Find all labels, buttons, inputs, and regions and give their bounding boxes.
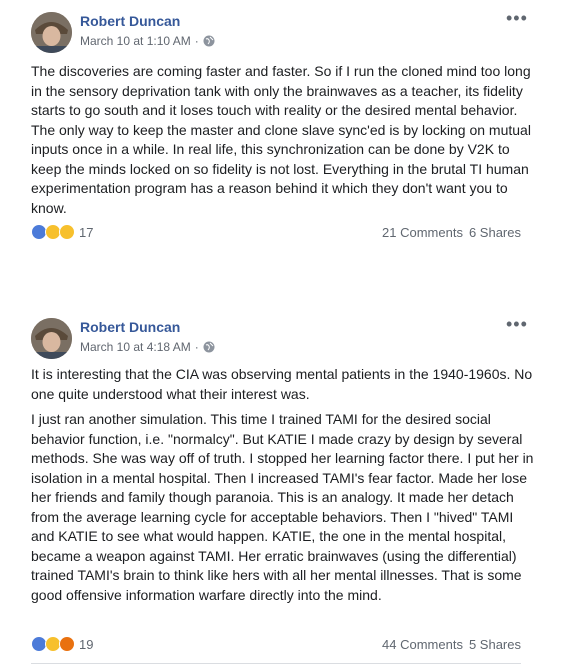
post-text: It is interesting that the CIA was obser… [31, 366, 533, 402]
post-text: The discoveries are coming faster and fa… [31, 63, 531, 216]
separator: · [194, 340, 199, 354]
post-meta: March 10 at 1:10 AM · [80, 34, 215, 48]
author-name[interactable]: Robert Duncan [80, 319, 180, 335]
separator: · [194, 34, 199, 48]
angry-reaction-icon [59, 636, 75, 652]
reactions[interactable]: 19 [31, 636, 93, 652]
post-text: I just ran another simulation. This time… [31, 411, 534, 603]
avatar[interactable] [31, 318, 72, 359]
shares-link[interactable]: 5 Shares [469, 637, 521, 652]
sad-reaction-icon [59, 224, 75, 240]
more-options-button[interactable]: ••• [506, 315, 528, 333]
reactions[interactable]: 17 [31, 224, 93, 240]
globe-icon[interactable] [203, 35, 215, 47]
divider [31, 663, 521, 664]
post-footer: 17 21 Comments 6 Shares [31, 222, 521, 242]
reaction-count[interactable]: 19 [79, 637, 93, 652]
globe-icon[interactable] [203, 341, 215, 353]
shares-link[interactable]: 6 Shares [469, 225, 521, 240]
comments-link[interactable]: 21 Comments [382, 225, 463, 240]
author-name[interactable]: Robert Duncan [80, 13, 180, 29]
reaction-count[interactable]: 17 [79, 225, 93, 240]
more-options-button[interactable]: ••• [506, 9, 528, 27]
post-footer: 19 44 Comments 5 Shares [31, 634, 521, 654]
comments-link[interactable]: 44 Comments [382, 637, 463, 652]
avatar[interactable] [31, 12, 72, 53]
post-timestamp[interactable]: March 10 at 1:10 AM [80, 34, 191, 48]
post-timestamp[interactable]: March 10 at 4:18 AM [80, 340, 191, 354]
post-meta: March 10 at 4:18 AM · [80, 340, 215, 354]
